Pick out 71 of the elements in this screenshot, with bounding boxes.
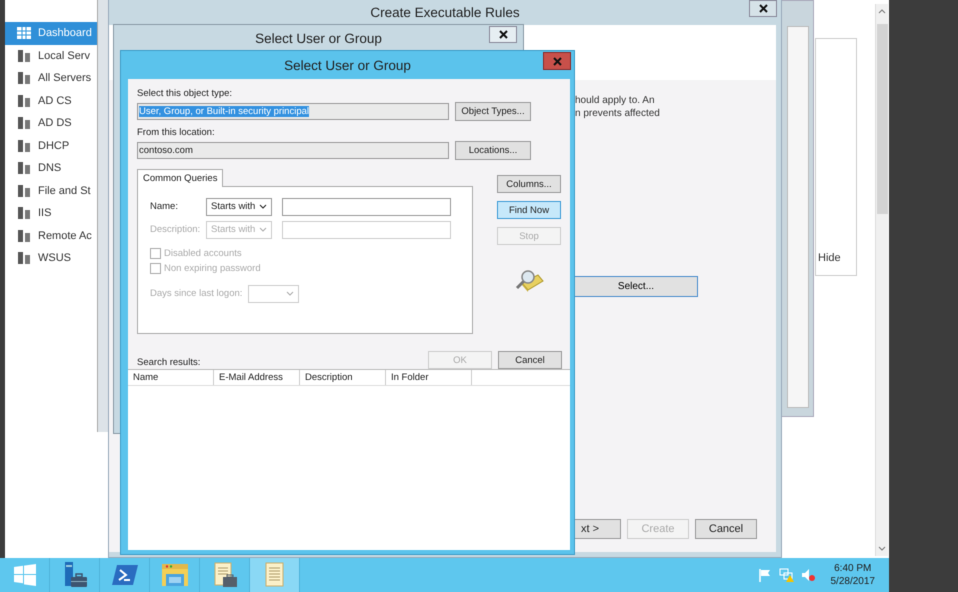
field-label: Name:: [150, 201, 179, 212]
sidebar-item[interactable]: File and St: [5, 180, 97, 202]
network-warning-icon[interactable]: [778, 568, 794, 582]
sidebar-item[interactable]: IIS: [5, 202, 97, 224]
dialog-button[interactable]: Find Now: [497, 201, 561, 219]
field-label: Description:: [150, 224, 202, 235]
folder-icon: [160, 562, 188, 588]
server-icon: [17, 184, 31, 197]
chevron-down-icon: [286, 291, 294, 296]
server-icon: [17, 230, 31, 242]
server-icon: [17, 50, 31, 62]
chevron-down-icon: [259, 204, 267, 209]
flag-icon[interactable]: [758, 568, 772, 582]
time-text: 6:40 PM: [834, 562, 872, 575]
scrollbar[interactable]: [875, 4, 888, 556]
operator-dropdown[interactable]: Starts with: [206, 198, 272, 216]
locations-button[interactable]: Locations...: [455, 141, 531, 160]
tab[interactable]: Common Queries: [137, 169, 224, 187]
wizard-button[interactable]: Cancel: [695, 519, 757, 539]
document-toolbox-icon: [212, 562, 238, 588]
close-button[interactable]: [489, 26, 517, 43]
server-icon: [17, 162, 31, 174]
sidebar-item[interactable]: All Servers: [5, 67, 97, 90]
window-title: Select User or Group: [284, 58, 411, 72]
window-title: Select User or Group: [255, 30, 382, 46]
option-label: Hide: [818, 252, 841, 264]
field-label: From this location:: [137, 127, 216, 139]
sidebar-item[interactable]: AD DS: [5, 112, 97, 134]
server-icon: [17, 207, 31, 220]
location-field[interactable]: contoso.com: [137, 142, 449, 159]
date-text: 5/28/2017: [830, 575, 875, 588]
cancel-button[interactable]: Cancel: [498, 351, 562, 369]
server-icon: [17, 252, 31, 264]
results-label: Search results:: [137, 357, 200, 369]
column-header[interactable]: E-Mail Address: [214, 370, 300, 385]
sidebar-item[interactable]: DHCP: [5, 134, 97, 157]
select-button[interactable]: Select...: [574, 276, 698, 297]
chevron-down-icon: [259, 227, 267, 232]
dialog-button[interactable]: Columns...: [497, 175, 561, 193]
column-header[interactable]: In Folder: [386, 370, 472, 385]
server-icon: [17, 94, 31, 107]
grid-icon: [17, 27, 31, 40]
close-button[interactable]: [749, 0, 777, 17]
close-icon: [498, 30, 508, 39]
sidebar-item[interactable]: DNS: [5, 157, 97, 180]
sidebar-item[interactable]: AD CS: [5, 90, 97, 112]
server-icon: [17, 140, 31, 152]
clock[interactable]: 6:40 PM 5/28/2017: [830, 562, 875, 588]
column-header[interactable]: Description: [300, 370, 386, 385]
sidebar-item[interactable]: WSUS: [5, 247, 97, 270]
description-text: hould apply to. An: [575, 94, 656, 107]
magnifier-icon: [514, 269, 544, 293]
column-header[interactable]: Name: [128, 370, 214, 385]
field-label: Days since last logon:: [150, 288, 244, 299]
object-types-button[interactable]: Object Types...: [455, 102, 531, 121]
window-title: Create Executable Rules: [370, 4, 520, 20]
sidebar-item[interactable]: Local Serv: [5, 44, 97, 67]
close-icon: [758, 4, 768, 13]
sidebar-item[interactable]: Remote Ac: [5, 224, 97, 247]
scroll-thumb[interactable]: [877, 24, 888, 214]
terminal-icon: [112, 564, 138, 586]
speaker-muted-icon[interactable]: [800, 568, 814, 582]
query-input[interactable]: [282, 198, 451, 216]
field-label: Select this object type:: [137, 88, 234, 100]
windows-icon: [14, 564, 36, 586]
description-text: n prevents affected: [575, 107, 660, 120]
close-icon: [552, 56, 562, 66]
server-icon: [17, 117, 31, 130]
scroll-document-icon: [262, 562, 286, 588]
days-dropdown[interactable]: [248, 284, 299, 302]
server-icon: [17, 72, 31, 84]
